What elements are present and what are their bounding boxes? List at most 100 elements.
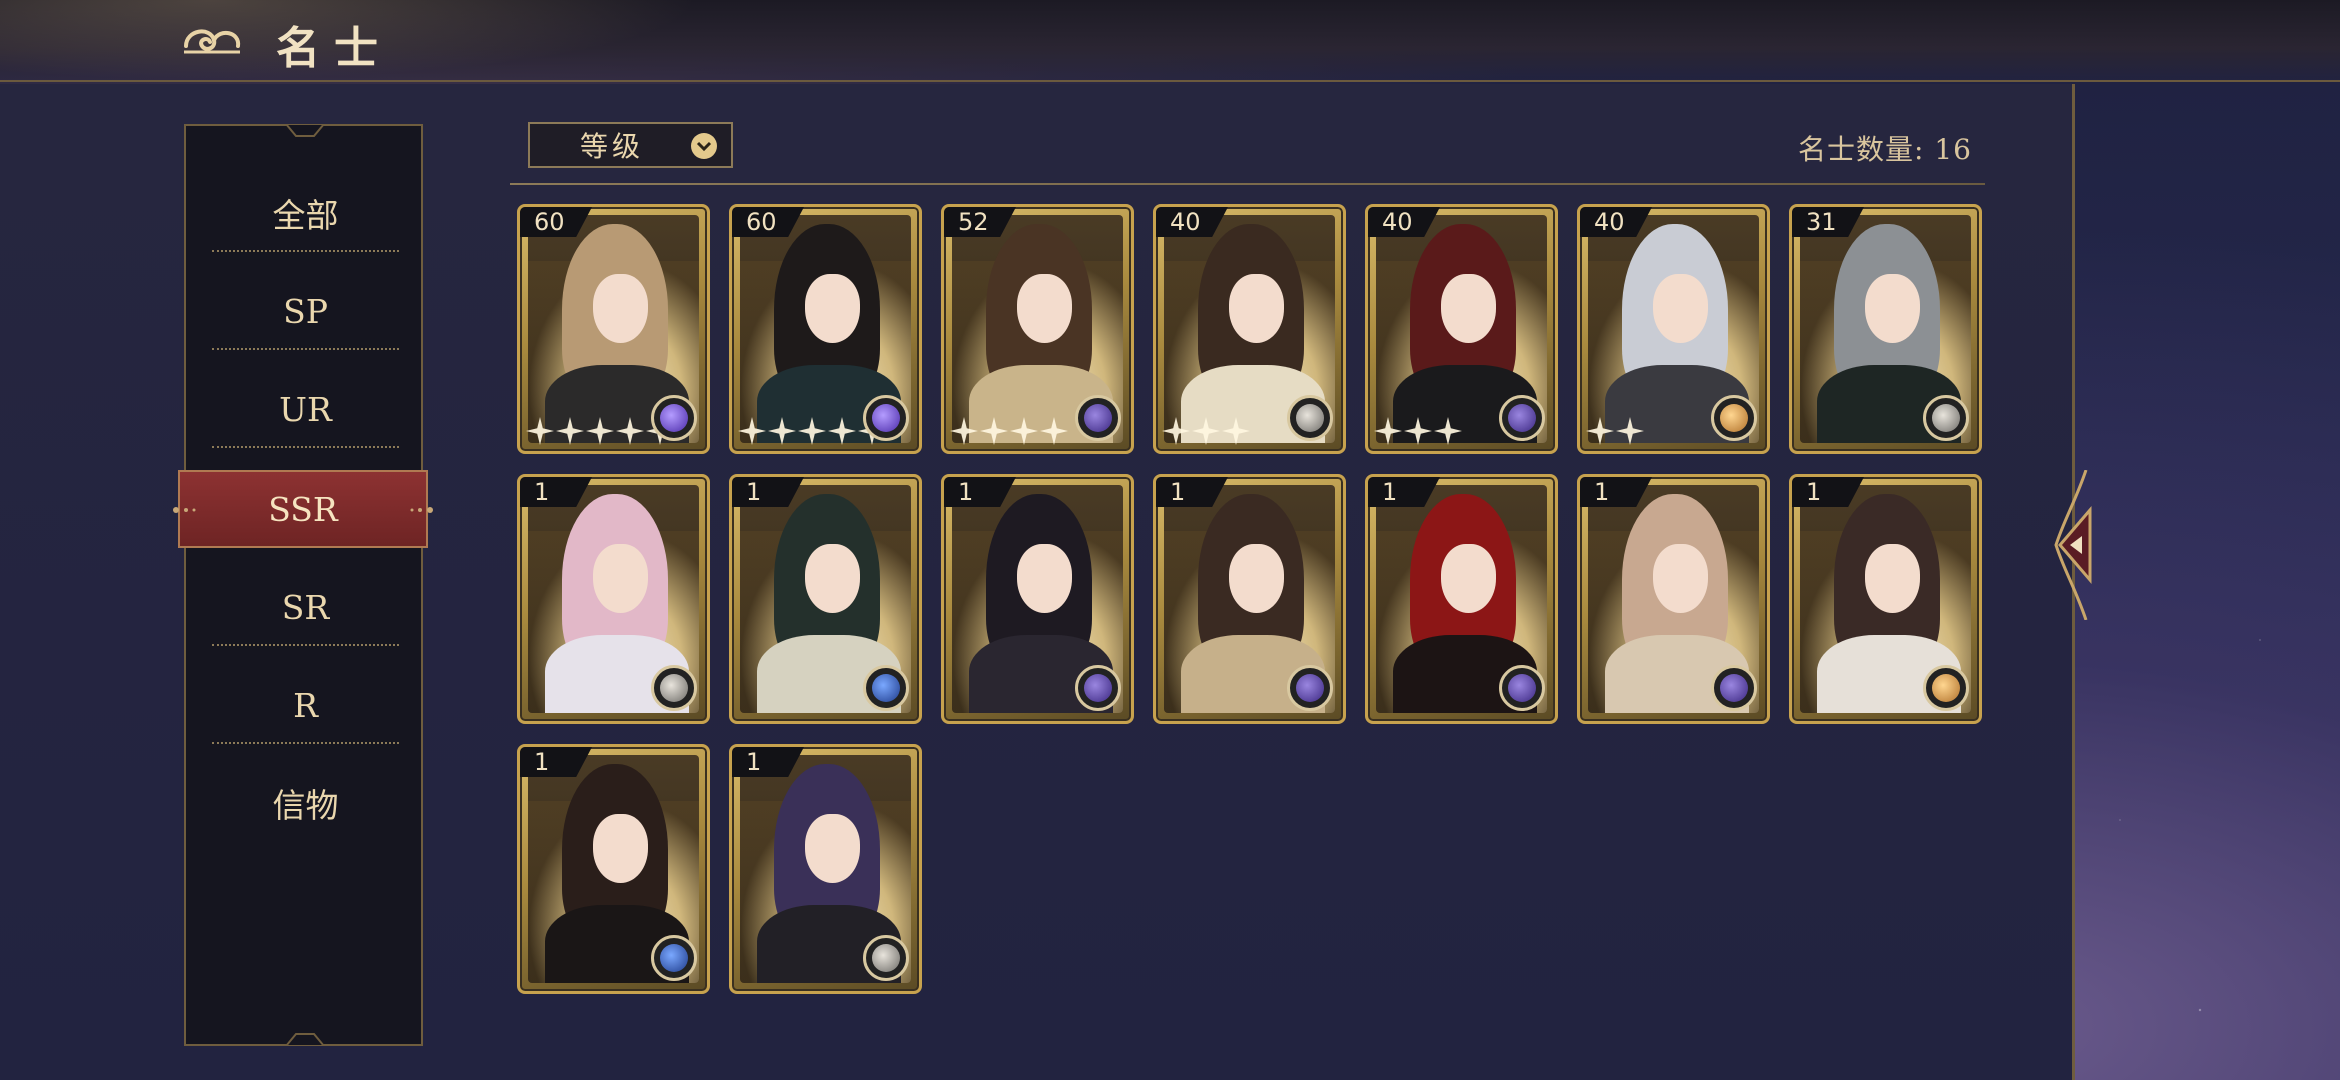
rarity-sidebar: 全部 SP UR SR R 信物: [184, 124, 423, 1046]
star-icon: [556, 417, 584, 445]
hero-card[interactable]: 1: [517, 744, 710, 994]
portrait-face: [1228, 274, 1284, 343]
tab-all[interactable]: 全部: [212, 174, 399, 252]
hero-card[interactable]: 1: [1365, 474, 1558, 724]
tab-label: 信物: [272, 786, 339, 825]
collapse-arrow-icon[interactable]: [2046, 470, 2096, 620]
tab-ur[interactable]: UR: [212, 370, 399, 448]
tab-divider: [212, 348, 399, 350]
portrait-face: [804, 814, 860, 883]
hero-card[interactable]: 1: [729, 744, 922, 994]
faction-emblem-icon: [1499, 395, 1545, 441]
portrait-face: [592, 544, 648, 613]
faction-core: [660, 404, 688, 432]
faction-emblem-icon: [1075, 665, 1121, 711]
portrait-face: [592, 814, 648, 883]
faction-emblem-icon: [863, 665, 909, 711]
sidebar-notch-bottom: [286, 1033, 324, 1046]
faction-core: [1084, 404, 1112, 432]
faction-core: [1508, 404, 1536, 432]
faction-core: [872, 944, 900, 972]
hero-card[interactable]: 40: [1577, 204, 1770, 454]
faction-core: [1720, 404, 1748, 432]
portrait-face: [1016, 274, 1072, 343]
hero-card[interactable]: 60: [517, 204, 710, 454]
hero-card[interactable]: 52: [941, 204, 1134, 454]
hero-card[interactable]: 31: [1789, 204, 1982, 454]
faction-core: [1084, 674, 1112, 702]
faction-core: [660, 944, 688, 972]
faction-core: [1296, 674, 1324, 702]
hero-card[interactable]: 1: [1153, 474, 1346, 724]
tab-sr[interactable]: SR: [212, 568, 399, 646]
portrait-face: [1440, 274, 1496, 343]
faction-core: [1932, 674, 1960, 702]
star-icon: [980, 417, 1008, 445]
tab-token[interactable]: 信物: [212, 764, 399, 842]
tab-ssr-active[interactable]: SSR: [173, 470, 433, 548]
toolbar-divider: [510, 183, 1985, 185]
faction-emblem-icon: [863, 935, 909, 981]
hero-count: 名士数量: 16: [1798, 133, 1972, 166]
hero-card[interactable]: 40: [1365, 204, 1558, 454]
portrait-face: [1440, 544, 1496, 613]
star-icon: [1374, 417, 1402, 445]
star-icon: [950, 417, 978, 445]
faction-core: [1932, 404, 1960, 432]
star-icon: [616, 417, 644, 445]
chevron-down-icon: [691, 133, 717, 159]
sort-dropdown[interactable]: 等级: [528, 122, 733, 168]
tab-label: SSR: [268, 489, 338, 529]
tab-label: SP: [283, 291, 328, 331]
faction-emblem-icon: [651, 395, 697, 441]
sort-label: 等级: [580, 130, 645, 163]
portrait-face: [804, 274, 860, 343]
tab-r[interactable]: R: [212, 666, 399, 744]
tab-ornament-right: [410, 507, 433, 513]
portrait-face: [804, 544, 860, 613]
hero-card[interactable]: 40: [1153, 204, 1346, 454]
tab-divider: [212, 446, 399, 448]
cloud-swirl-icon: [184, 29, 241, 54]
hero-card[interactable]: 1: [941, 474, 1134, 724]
hero-card[interactable]: 1: [729, 474, 922, 724]
star-icon: [1192, 417, 1220, 445]
faction-emblem-icon: [1499, 665, 1545, 711]
tab-divider: [212, 742, 399, 744]
tab-sp[interactable]: SP: [212, 272, 399, 350]
hero-card[interactable]: 60: [729, 204, 922, 454]
star-icon: [1586, 417, 1614, 445]
sidebar-notch-top: [286, 124, 324, 137]
card-star-row: [1586, 417, 1644, 445]
hero-card[interactable]: 1: [517, 474, 710, 724]
portrait-face: [1864, 274, 1920, 343]
portrait-face: [1228, 544, 1284, 613]
star-icon: [1616, 417, 1644, 445]
hero-card[interactable]: 1: [1789, 474, 1982, 724]
faction-emblem-icon: [1923, 665, 1969, 711]
portrait-face: [1652, 544, 1708, 613]
page-title: 名士: [276, 23, 392, 74]
card-star-row: [1162, 417, 1250, 445]
star-icon: [1162, 417, 1190, 445]
faction-emblem-icon: [1075, 395, 1121, 441]
portrait-face: [1652, 274, 1708, 343]
faction-emblem-icon: [1287, 395, 1333, 441]
portrait-face: [1016, 544, 1072, 613]
portrait-face: [592, 274, 648, 343]
faction-core: [1720, 674, 1748, 702]
tab-divider: [212, 250, 399, 252]
card-star-row: [1374, 417, 1462, 445]
star-icon: [586, 417, 614, 445]
tab-ornament-left: [173, 507, 196, 513]
star-icon: [738, 417, 766, 445]
faction-core: [872, 404, 900, 432]
faction-emblem-icon: [1711, 395, 1757, 441]
star-icon: [1434, 417, 1462, 445]
tab-label: UR: [279, 389, 332, 429]
star-icon: [1404, 417, 1432, 445]
tab-label: R: [293, 685, 318, 725]
hero-card[interactable]: 1: [1577, 474, 1770, 724]
star-icon: [768, 417, 796, 445]
tab-divider: [212, 644, 399, 646]
